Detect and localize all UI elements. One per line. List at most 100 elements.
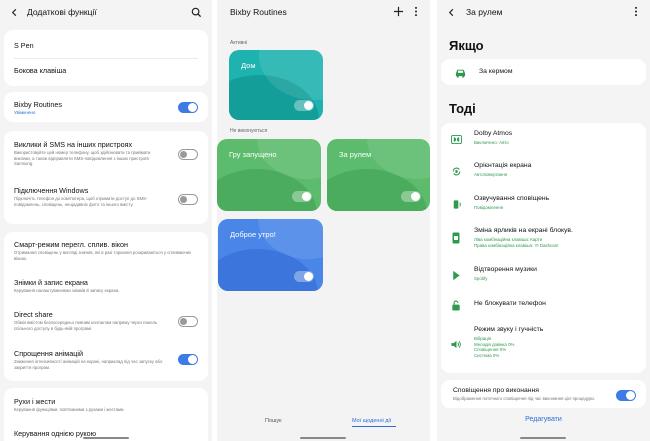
if-heading: Якщо	[449, 38, 484, 53]
tab-my-routines[interactable]: Мої щоденні дії	[352, 418, 391, 424]
routine-tile-game[interactable]: Гру запущено	[217, 139, 321, 211]
routine-tile-home[interactable]: Дом	[229, 50, 323, 120]
menu-item-motions-gestures[interactable]: Рухи і жести Керування функціями, пов'яз…	[14, 397, 196, 413]
action-screen-orientation[interactable]: Орієнтація екрана Автоповертання	[449, 162, 640, 182]
link-windows-toggle[interactable]	[178, 194, 198, 205]
menu-item-description: Отримання сповіщень у вигляді значків, я…	[14, 250, 192, 261]
menu-item-label: Спрощення анімацій	[14, 349, 83, 358]
menu-item-label: Виклики й SMS на інших пристроях	[14, 140, 133, 149]
menu-item-link-windows[interactable]: Підключення Windows Підключіть телефон д…	[14, 186, 168, 207]
gesture-bar[interactable]	[83, 437, 129, 439]
routine-tile-driving[interactable]: За рулем	[327, 139, 430, 211]
action-title: Зміна ярликів на екрані блокув.	[474, 227, 573, 234]
action-keep-unlocked[interactable]: Не блокувати телефон	[449, 298, 640, 314]
card-motions: Рухи і жести Керування функціями, пов'яз…	[4, 388, 208, 441]
gesture-bar[interactable]	[300, 437, 346, 439]
direct-share-toggle[interactable]	[178, 316, 198, 327]
action-play-music[interactable]: Відтворення музики Spotify	[449, 266, 640, 286]
menu-item-direct-share[interactable]: Direct share Обмін вмістом безпосередньо…	[14, 310, 168, 331]
routine-name: Гру запущено	[229, 150, 277, 159]
routine-name: Дом	[241, 61, 256, 70]
menu-item-side-key[interactable]: Бокова клавіша	[14, 66, 198, 75]
car-icon	[453, 66, 467, 78]
bottom-navigation: Пошук Мої щоденні дії	[217, 401, 430, 441]
action-title: Dolby Atmos	[474, 130, 513, 137]
notify-setting[interactable]: Сповіщення про виконання Відображення по…	[453, 386, 606, 402]
notify-description: Відображення поточного сповіщення під ча…	[453, 396, 596, 401]
action-title: Озвучування сповіщень	[474, 195, 550, 202]
section-label-active: Активні	[230, 40, 248, 46]
advanced-features-screen: Додаткові функції S Pen Бокова клавіша B…	[0, 0, 212, 441]
routine-toggle[interactable]	[294, 271, 314, 282]
menu-item-description: Керування налаштуваннями знімків й запис…	[14, 288, 120, 293]
action-subtitle: Виключено: Авто	[474, 140, 509, 145]
menu-item-label: Смарт-режим перегл. сплив. вікон	[14, 240, 128, 249]
action-subtitle: Автоповертання	[474, 172, 508, 177]
menu-item-label: Bixby Routines	[14, 100, 62, 109]
menu-item-calls-sms[interactable]: Виклики й SMS на інших пристроях Викорис…	[14, 140, 168, 167]
more-options-icon[interactable]	[633, 5, 639, 17]
routine-toggle[interactable]	[294, 100, 314, 111]
action-read-notifications[interactable]: Озвучування сповіщень Повідомлення	[449, 195, 640, 215]
menu-item-label: Підключення Windows	[14, 186, 89, 195]
menu-item-smart-popup[interactable]: Смарт-режим перегл. сплив. вікон Отриман…	[14, 240, 196, 261]
top-app-bar: Додаткові функції	[0, 0, 212, 24]
edit-button[interactable]: Редагувати	[437, 416, 650, 423]
menu-item-s-pen[interactable]: S Pen	[14, 41, 198, 50]
card-misc: Смарт-режим перегл. сплив. вікон Отриман…	[4, 232, 208, 381]
rotate-icon	[449, 164, 463, 178]
add-icon[interactable]	[392, 5, 404, 17]
unlock-icon	[449, 298, 463, 312]
menu-item-description: Зниження інтенсивності анімацій на екран…	[14, 359, 163, 370]
back-arrow-icon[interactable]	[446, 7, 456, 17]
bixby-routines-toggle[interactable]	[178, 102, 198, 113]
speak-icon	[449, 197, 463, 211]
then-heading: Тоді	[449, 101, 476, 116]
menu-item-label: Бокова клавіша	[14, 66, 67, 75]
routine-tile-good-morning[interactable]: Доброе утро!	[218, 219, 323, 291]
page-title: За рулем	[466, 7, 503, 17]
search-icon[interactable]	[190, 6, 202, 18]
menu-item-label: Рухи і жести	[14, 397, 56, 406]
tab-discover[interactable]: Пошук	[265, 418, 282, 424]
routine-toggle[interactable]	[401, 191, 421, 202]
menu-item-screenshots[interactable]: Знімки й запис екрана Керування налаштув…	[14, 278, 196, 294]
top-app-bar: Bixby Routines	[217, 0, 430, 24]
bixby-routines-screen: Bixby Routines Активні Дом Не виконуютьс…	[217, 0, 430, 441]
notify-card: Сповіщення про виконання Відображення по…	[441, 380, 646, 408]
play-icon	[449, 268, 463, 282]
action-title: Орієнтація екрана	[474, 162, 532, 169]
back-arrow-icon[interactable]	[9, 7, 19, 17]
action-title: Не блокувати телефон	[474, 300, 546, 307]
calls-sms-toggle[interactable]	[178, 149, 198, 160]
menu-item-description: Обмін вмістом безпосередньо певним конта…	[14, 320, 158, 331]
notify-toggle[interactable]	[616, 390, 636, 401]
if-condition-card[interactable]: За кермом	[441, 59, 646, 85]
menu-item-reduce-animations[interactable]: Спрощення анімацій Зниження інтенсивност…	[14, 349, 168, 370]
if-condition-label: За кермом	[479, 68, 513, 75]
menu-item-label: S Pen	[14, 41, 34, 50]
gesture-bar[interactable]	[520, 437, 566, 439]
reduce-animations-toggle[interactable]	[178, 354, 198, 365]
page-title: Bixby Routines	[230, 7, 287, 17]
more-options-icon[interactable]	[413, 5, 419, 17]
action-sound-mode-volume[interactable]: Режим звуку і гучність Вібрація Мелодія …	[449, 326, 640, 364]
routine-detail-screen: За рулем Якщо За кермом Тоді Dolby Atmos…	[437, 0, 650, 441]
action-subtitle: Права комбінаційна клавіша: YI Dashcam	[474, 242, 559, 248]
divider	[14, 58, 198, 59]
menu-item-bixby-routines[interactable]: Bixby Routines Увімкнено	[14, 100, 198, 116]
notify-title: Сповіщення про виконання	[453, 387, 539, 394]
top-app-bar: За рулем	[437, 0, 650, 24]
status-label: Увімкнено	[14, 110, 36, 115]
routine-name: Доброе утро!	[230, 230, 276, 239]
action-subtitle: Spotify	[474, 276, 488, 281]
action-dolby-atmos[interactable]: Dolby Atmos Виключено: Авто	[449, 130, 640, 150]
active-tab-indicator	[352, 426, 396, 427]
action-title: Відтворення музики	[474, 266, 537, 273]
lock-phone-icon	[449, 231, 463, 245]
action-lock-screen-shortcuts[interactable]: Зміна ярликів на екрані блокув. Ліва ком…	[449, 227, 640, 253]
card-pen: S Pen Бокова клавіша	[4, 30, 208, 86]
routine-toggle[interactable]	[292, 191, 312, 202]
card-connections: Виклики й SMS на інших пристроях Викорис…	[4, 131, 208, 224]
page-title: Додаткові функції	[27, 7, 97, 17]
